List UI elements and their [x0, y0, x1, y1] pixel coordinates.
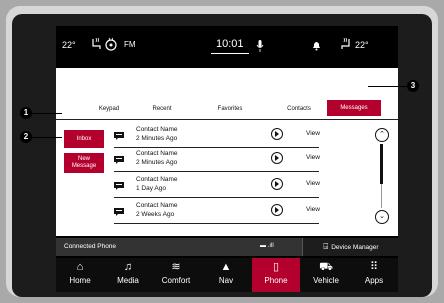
tab-contacts[interactable]: Contacts: [284, 102, 314, 116]
new-message-label-line1: New: [77, 156, 90, 162]
contact-name: Contact Name: [136, 126, 178, 133]
row-divider: [114, 197, 319, 198]
contact-name: Contact Name: [136, 150, 178, 157]
play-icon[interactable]: [271, 204, 283, 216]
inbox-button[interactable]: Inbox: [64, 130, 104, 148]
infotainment-screen: 22° FM 10:01 22° Keypad Recent Favorites…: [56, 26, 398, 292]
phone-panel: Keypad Recent Favorites Contacts Message…: [56, 68, 398, 236]
radio-source: FM: [124, 40, 136, 49]
message-icon: [114, 203, 124, 221]
clock-underline: [211, 53, 249, 54]
apps-grid-icon: ⠿: [369, 261, 379, 273]
phone-icon: ▯: [272, 261, 280, 273]
message-time: 2 Minutes Ago: [136, 159, 178, 166]
message-time: 2 Minutes Ago: [136, 135, 178, 142]
connected-phone-label: Connected Phone: [64, 243, 117, 250]
heated-seat-icon[interactable]: [90, 37, 104, 53]
scrollbar-thumb[interactable]: [380, 144, 383, 184]
list-item[interactable]: Contact Name 2 Weeks Ago View: [114, 202, 374, 224]
phone-signal-icon: ▬ .ıll: [260, 243, 274, 249]
nav-apps[interactable]: ⠿ Apps: [350, 258, 398, 292]
view-button[interactable]: View: [306, 206, 320, 213]
car-icon: ⛟: [319, 261, 333, 273]
microphone-icon: [256, 40, 264, 54]
heated-steering-wheel-icon[interactable]: [104, 37, 118, 53]
phone-tabs: Keypad Recent Favorites Contacts Message…: [56, 100, 398, 120]
driver-temperature[interactable]: 22°: [62, 40, 76, 50]
tab-keypad[interactable]: Keypad: [93, 102, 125, 116]
view-button[interactable]: View: [306, 154, 320, 161]
device-manager-button[interactable]: ⍈ Device Manager: [302, 238, 398, 256]
message-time: 2 Weeks Ago: [136, 211, 175, 218]
new-message-label-line2: Message: [71, 163, 97, 169]
row-divider: [114, 171, 319, 172]
clock: 10:01: [216, 38, 244, 50]
nav-vehicle-label: Vehicle: [313, 276, 339, 285]
play-icon[interactable]: [271, 178, 283, 190]
tab-messages[interactable]: Messages: [327, 100, 381, 116]
nav-comfort[interactable]: ≋ Comfort: [152, 258, 200, 292]
device-manager-icon: ⍈: [323, 242, 329, 251]
callout-1: 1: [20, 107, 32, 119]
message-icon: [114, 151, 124, 169]
inbox-label: Inbox: [76, 135, 92, 142]
tab-favorites[interactable]: Favorites: [212, 102, 248, 116]
nav-comfort-label: Comfort: [161, 276, 191, 285]
home-icon: ⌂: [76, 261, 84, 273]
nav-home[interactable]: ⌂ Home: [56, 258, 104, 292]
play-icon[interactable]: [271, 152, 283, 164]
nav-nav-label: Nav: [218, 276, 234, 285]
list-item[interactable]: Contact Name 2 Minutes Ago View: [114, 126, 374, 148]
navigation-arrow-icon: ▲: [220, 261, 232, 273]
view-button[interactable]: View: [306, 130, 320, 137]
nav-phone[interactable]: ▯ Phone: [252, 258, 300, 292]
nav-phone-label: Phone: [264, 276, 288, 285]
bottom-navigation: ⌂ Home ♫ Media ≋ Comfort ▲ Nav ▯ Phone ⛟…: [56, 258, 398, 292]
connected-phone-bar: Connected Phone ▬ .ıll ⍈ Device Manager: [56, 238, 398, 256]
contact-name: Contact Name: [136, 176, 178, 183]
list-item[interactable]: Contact Name 2 Minutes Ago View: [114, 150, 374, 172]
callout-2: 2: [20, 131, 32, 143]
tabs-divider: [56, 119, 398, 120]
music-note-icon: ♫: [123, 261, 133, 273]
scroll-down-button[interactable]: ⌄: [375, 210, 389, 224]
heated-seat-right-icon[interactable]: [338, 37, 352, 53]
device-manager-label: Device Manager: [331, 243, 379, 251]
message-icon: [114, 177, 124, 195]
climate-icon: ≋: [171, 261, 181, 273]
message-icon: [114, 127, 124, 145]
callout-3-line: [368, 86, 408, 87]
view-button[interactable]: View: [306, 180, 320, 187]
list-item[interactable]: Contact Name 1 Day Ago View: [114, 176, 374, 198]
new-message-button[interactable]: New Message: [64, 153, 104, 173]
nav-media-label: Media: [117, 276, 139, 285]
nav-vehicle[interactable]: ⛟ Vehicle: [302, 258, 350, 292]
play-icon[interactable]: [271, 128, 283, 140]
nav-nav[interactable]: ▲ Nav: [202, 258, 250, 292]
scroll-up-button[interactable]: ⌃: [375, 128, 389, 142]
nav-media[interactable]: ♫ Media: [104, 258, 152, 292]
nav-home-label: Home: [69, 276, 91, 285]
tab-recent[interactable]: Recent: [148, 102, 176, 116]
nav-apps-label: Apps: [364, 276, 384, 285]
notification-bell-icon[interactable]: [312, 40, 321, 53]
row-divider: [114, 223, 319, 224]
status-bar: 22° FM 10:01 22°: [56, 26, 398, 68]
message-time: 1 Day Ago: [136, 185, 166, 192]
row-divider: [114, 147, 319, 148]
passenger-temperature[interactable]: 22°: [355, 40, 369, 50]
callout-3: 3: [407, 80, 419, 92]
contact-name: Contact Name: [136, 202, 178, 209]
